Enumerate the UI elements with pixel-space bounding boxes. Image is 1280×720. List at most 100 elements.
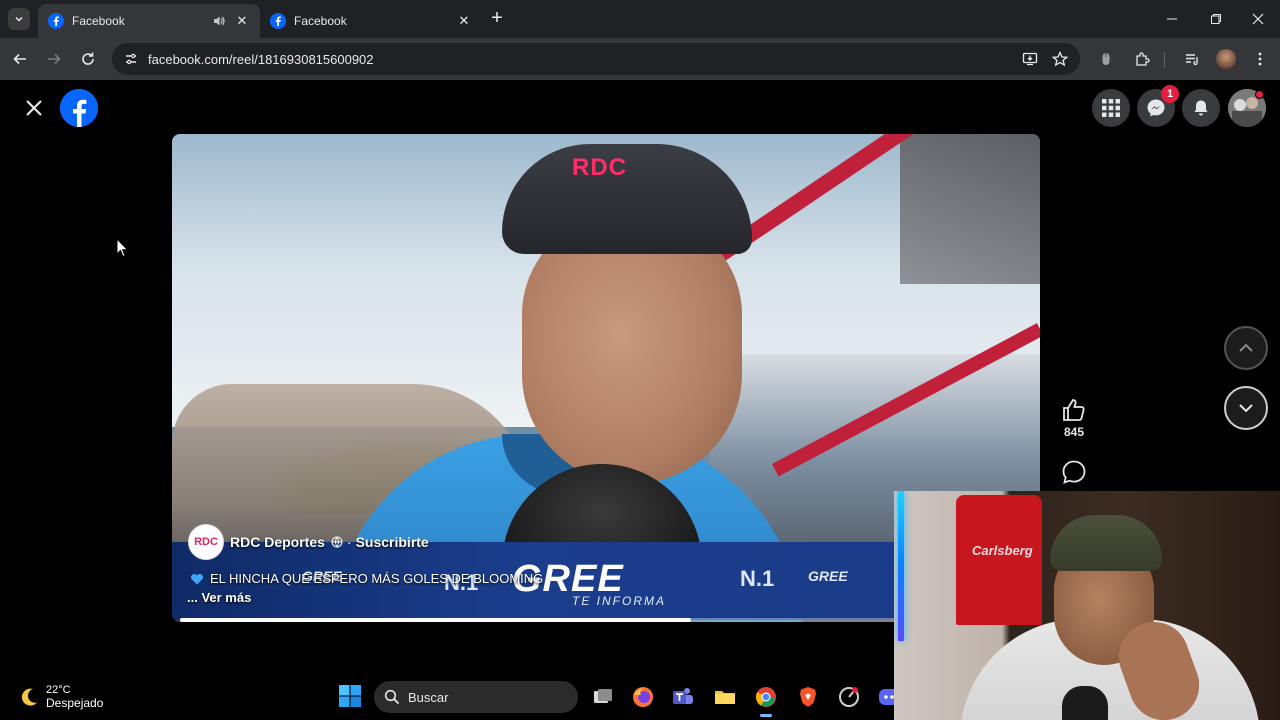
task-view-icon [594,689,612,703]
media-queue-icon [1186,54,1198,66]
interviewee-face [522,214,742,484]
browser-tab-bar: Facebook ✕ Facebook ✕ + [0,0,1280,38]
profile-button[interactable] [1214,47,1238,71]
bell-icon [1194,100,1208,116]
like-icon[interactable] [1060,396,1088,424]
screen: Facebook ✕ Facebook ✕ + facebook.com/ree… [0,0,1280,720]
tab-facebook-2[interactable]: Facebook ✕ [260,4,482,38]
menu-grid-button[interactable] [1092,89,1130,127]
bookmark-button[interactable] [1048,47,1072,71]
task-view-button[interactable] [590,684,616,710]
chrome-taskbar-button[interactable] [753,684,779,710]
teams-icon [673,688,693,704]
comment-icon[interactable] [1060,458,1088,486]
forward-button[interactable] [42,47,66,71]
teams-taskbar-button[interactable] [670,684,696,710]
tab-facebook-active[interactable]: Facebook ✕ [38,4,260,38]
channel-avatar[interactable]: RDC [188,524,224,560]
folder-icon [715,691,735,704]
firefox-taskbar-button[interactable] [630,684,656,710]
install-icon [1022,52,1038,66]
active-app-indicator [760,714,772,717]
messenger-icon [1147,99,1165,117]
tab-title: Facebook [294,14,347,28]
new-tab-button[interactable]: + [486,8,508,30]
extension-mouse-button[interactable] [1094,47,1118,71]
search-placeholder: Buscar [408,689,449,705]
mouse-extension-icon [1102,53,1110,65]
see-more-link[interactable]: ... Ver más [187,590,251,605]
reload-button[interactable] [76,47,100,71]
firefox-icon [633,687,653,707]
separator-dot: · [346,534,352,550]
caption-text: EL HINCHA QUE ESPERO MÁS GOLES DE BLOOMI… [210,571,544,586]
taskbar-weather-widget[interactable]: 22°C Despejado [18,684,103,710]
webcam-jersey [956,495,1042,625]
like-count: 845 [1063,425,1085,439]
close-window-button[interactable] [1236,0,1280,38]
search-icon [384,689,400,705]
tab-search-button[interactable] [8,8,30,30]
file-explorer-taskbar-button[interactable] [712,684,738,710]
extensions-button[interactable] [1130,47,1154,71]
facebook-favicon-icon [48,13,64,29]
reel-caption: EL HINCHA QUE ESPERO MÁS GOLES DE BLOOMI… [190,571,543,586]
minimize-icon [1167,18,1177,20]
windows-start-icon[interactable] [338,684,362,708]
arrow-left-icon [13,53,26,65]
jersey-sponsor-text: Carlsberg [972,543,1033,558]
close-tab-icon[interactable]: ✕ [234,13,250,29]
webcam-overlay: Carlsberg [894,491,1280,720]
video-progress-fill [180,618,692,622]
reel-channel-row: RDC RDC Deportes · Suscribirte [188,524,429,560]
next-reel-button[interactable] [1224,386,1268,430]
avatar [1216,49,1236,69]
mouse-cursor-icon [116,238,129,258]
brave-icon [800,687,816,707]
toolbar-divider [1164,52,1165,68]
blue-heart-icon [190,573,204,584]
address-bar[interactable]: facebook.com/reel/1816930815600902 [112,43,1080,75]
close-viewer-icon[interactable] [22,96,46,120]
close-icon [1252,13,1264,25]
weather-condition: Despejado [46,696,104,710]
cap-logo: RDC [572,154,627,181]
taskbar-search-input[interactable]: Buscar [374,681,578,713]
star-icon [1052,51,1068,67]
chevron-up-icon [1239,343,1253,352]
speaker-icon[interactable] [212,14,226,28]
messenger-badge: 1 [1161,85,1179,103]
chevron-down-icon [1239,404,1253,413]
account-alert-dot [1255,90,1264,99]
webcam-led-strip [898,491,904,641]
browser-menu-button[interactable] [1248,47,1272,71]
globe-icon [331,536,343,548]
more-vertical-icon [1258,52,1262,66]
app-taskbar-button[interactable] [836,684,862,710]
facebook-logo-icon[interactable] [60,89,98,127]
chrome-icon [755,687,776,707]
sponsor-tagline: TE INFORMA [572,594,666,608]
puzzle-icon [1136,52,1150,66]
media-controls-button[interactable] [1180,47,1204,71]
notifications-button[interactable] [1182,89,1220,127]
close-tab-icon[interactable]: ✕ [456,13,472,29]
install-app-button[interactable] [1018,47,1042,71]
browser-toolbar: facebook.com/reel/1816930815600902 [0,38,1280,80]
subscribe-button[interactable]: Suscribirte [356,534,429,550]
moon-icon [21,688,37,706]
site-settings-icon[interactable] [122,50,140,68]
channel-name[interactable]: RDC Deportes [230,534,325,550]
minimize-button[interactable] [1150,0,1194,38]
chevron-down-icon [15,16,23,22]
video-stand-roof [900,134,1040,284]
previous-reel-button[interactable] [1224,326,1268,370]
back-button[interactable] [8,47,32,71]
streamer-microphone [1062,686,1108,720]
reload-icon [82,52,94,65]
brave-taskbar-button[interactable] [795,684,821,710]
facebook-favicon-icon [270,13,286,29]
arrow-right-icon [48,53,61,65]
weather-temperature: 22°C [46,684,71,696]
restore-button[interactable] [1194,0,1238,38]
